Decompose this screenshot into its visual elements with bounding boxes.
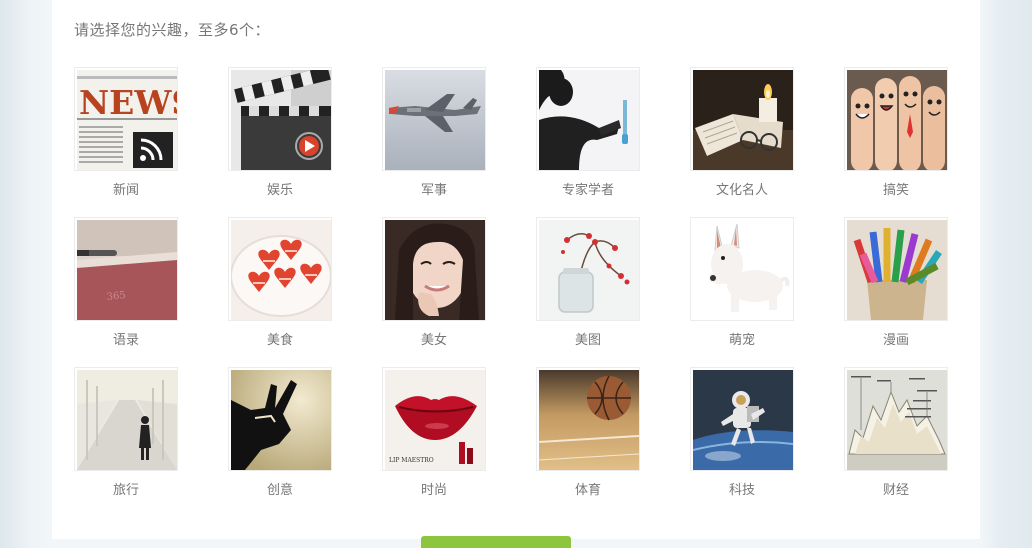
- interest-label: 文化名人: [715, 183, 768, 198]
- red-lips-icon: LIP MAESTRO: [382, 367, 486, 471]
- news-icon: NEWS: [74, 67, 178, 171]
- bull-terrier-icon: [690, 217, 794, 321]
- clapperboard-icon: [228, 67, 332, 171]
- interest-label: 语录: [112, 333, 139, 348]
- interest-panel: 请选择您的兴趣，至多6个： NEWS 新闻: [52, 0, 980, 548]
- interest-label: 美食: [266, 333, 293, 348]
- scientist-icon: [536, 67, 640, 171]
- next-button[interactable]: [421, 536, 571, 548]
- interest-label: 美女: [420, 333, 447, 348]
- interest-label: 时尚: [420, 483, 447, 498]
- interest-label: 军事: [420, 183, 447, 198]
- crayons-icon: [844, 217, 948, 321]
- basketball-icon: [536, 367, 640, 471]
- interest-label: 旅行: [112, 483, 139, 498]
- finger-faces-icon: [844, 67, 948, 171]
- flower-jar-icon: [536, 217, 640, 321]
- interest-label: 新闻: [112, 183, 139, 198]
- interest-label: 萌宠: [728, 333, 755, 348]
- macarons-icon: [228, 217, 332, 321]
- interest-label: 美图: [574, 333, 601, 348]
- book-candle-icon: [690, 67, 794, 171]
- interest-label: 搞笑: [882, 183, 909, 198]
- interest-label: 体育: [574, 483, 601, 498]
- interest-prompt: 请选择您的兴趣，至多6个：: [74, 21, 271, 39]
- interest-label: 财经: [882, 483, 909, 498]
- finance-chart-icon: [844, 367, 948, 471]
- smiling-girl-icon: [382, 217, 486, 321]
- traveler-road-icon: [74, 367, 178, 471]
- interest-label: 专家学者: [561, 183, 614, 198]
- interest-label: 创意: [266, 483, 293, 498]
- notebook-number-text: 365: [106, 290, 126, 303]
- fighter-jet-icon: [382, 67, 486, 171]
- astronaut-icon: [690, 367, 794, 471]
- hand-shadow-icon: [228, 367, 332, 471]
- interest-label: 娱乐: [266, 183, 293, 198]
- notebook-icon: 365: [74, 217, 178, 321]
- interest-label: 漫画: [882, 333, 909, 348]
- news-headline-text: NEWS: [79, 83, 177, 122]
- interest-label: 科技: [728, 483, 755, 498]
- lips-brand-text: LIP MAESTRO: [389, 457, 434, 464]
